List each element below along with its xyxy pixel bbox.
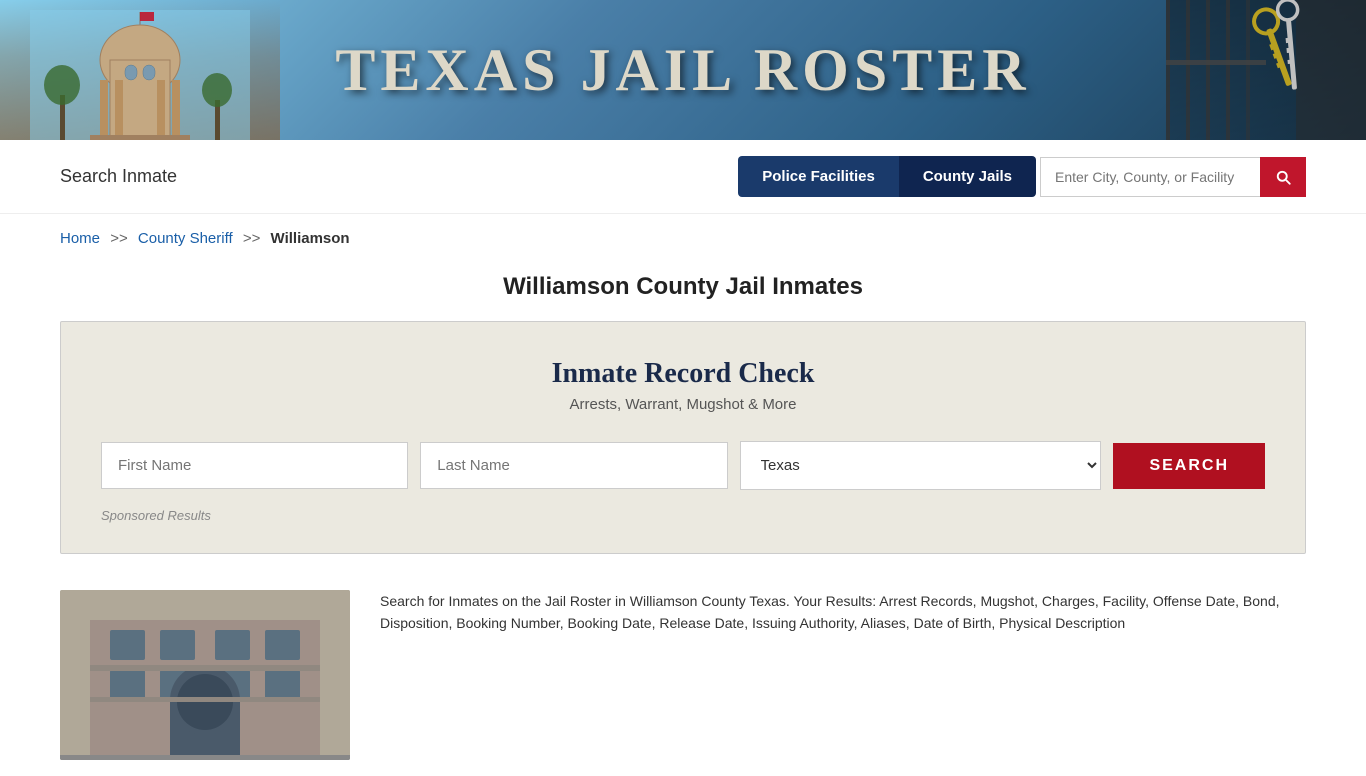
facility-search-input[interactable] (1040, 157, 1260, 197)
breadcrumb-home[interactable]: Home (60, 230, 100, 247)
bottom-content: Search for Inmates on the Jail Roster in… (0, 574, 1366, 776)
keys-image (1166, 0, 1366, 140)
first-name-input[interactable] (101, 442, 408, 489)
banner-title: TEXAS JAIL ROSTER (335, 36, 1030, 105)
breadcrumb: Home >> County Sheriff >> Williamson (0, 214, 1366, 263)
breadcrumb-current: Williamson (271, 230, 350, 247)
nav-search-box (1040, 157, 1306, 197)
record-check-title: Inmate Record Check (101, 358, 1265, 390)
police-facilities-button[interactable]: Police Facilities (738, 156, 899, 197)
record-check-subtitle: Arrests, Warrant, Mugshot & More (101, 396, 1265, 413)
sponsored-results-label: Sponsored Results (101, 508, 1265, 523)
record-search-button[interactable]: SEARCH (1113, 443, 1265, 489)
breadcrumb-sep1: >> (110, 230, 128, 247)
state-select[interactable]: AlabamaAlaskaArizonaArkansasCaliforniaCo… (740, 441, 1102, 490)
page-title: Williamson County Jail Inmates (60, 273, 1306, 301)
nav-bar: Search Inmate Police Facilities County J… (0, 140, 1366, 214)
building-image (60, 590, 350, 760)
capitol-building-image (0, 0, 280, 140)
last-name-input[interactable] (420, 442, 727, 489)
building-facade (60, 590, 350, 760)
breadcrumb-sep2: >> (243, 230, 261, 247)
county-jails-button[interactable]: County Jails (899, 156, 1036, 197)
facility-search-button[interactable] (1260, 157, 1306, 197)
bottom-description: Search for Inmates on the Jail Roster in… (380, 590, 1306, 635)
nav-right: Police Facilities County Jails (738, 156, 1306, 197)
search-inmate-label: Search Inmate (60, 166, 177, 187)
record-check-box: Inmate Record Check Arrests, Warrant, Mu… (60, 321, 1306, 554)
breadcrumb-county-sheriff[interactable]: County Sheriff (138, 230, 233, 247)
record-check-form: AlabamaAlaskaArizonaArkansasCaliforniaCo… (101, 441, 1265, 490)
header-banner: TEXAS JAIL ROSTER (0, 0, 1366, 140)
page-title-section: Williamson County Jail Inmates (0, 263, 1366, 321)
search-icon (1274, 168, 1292, 186)
